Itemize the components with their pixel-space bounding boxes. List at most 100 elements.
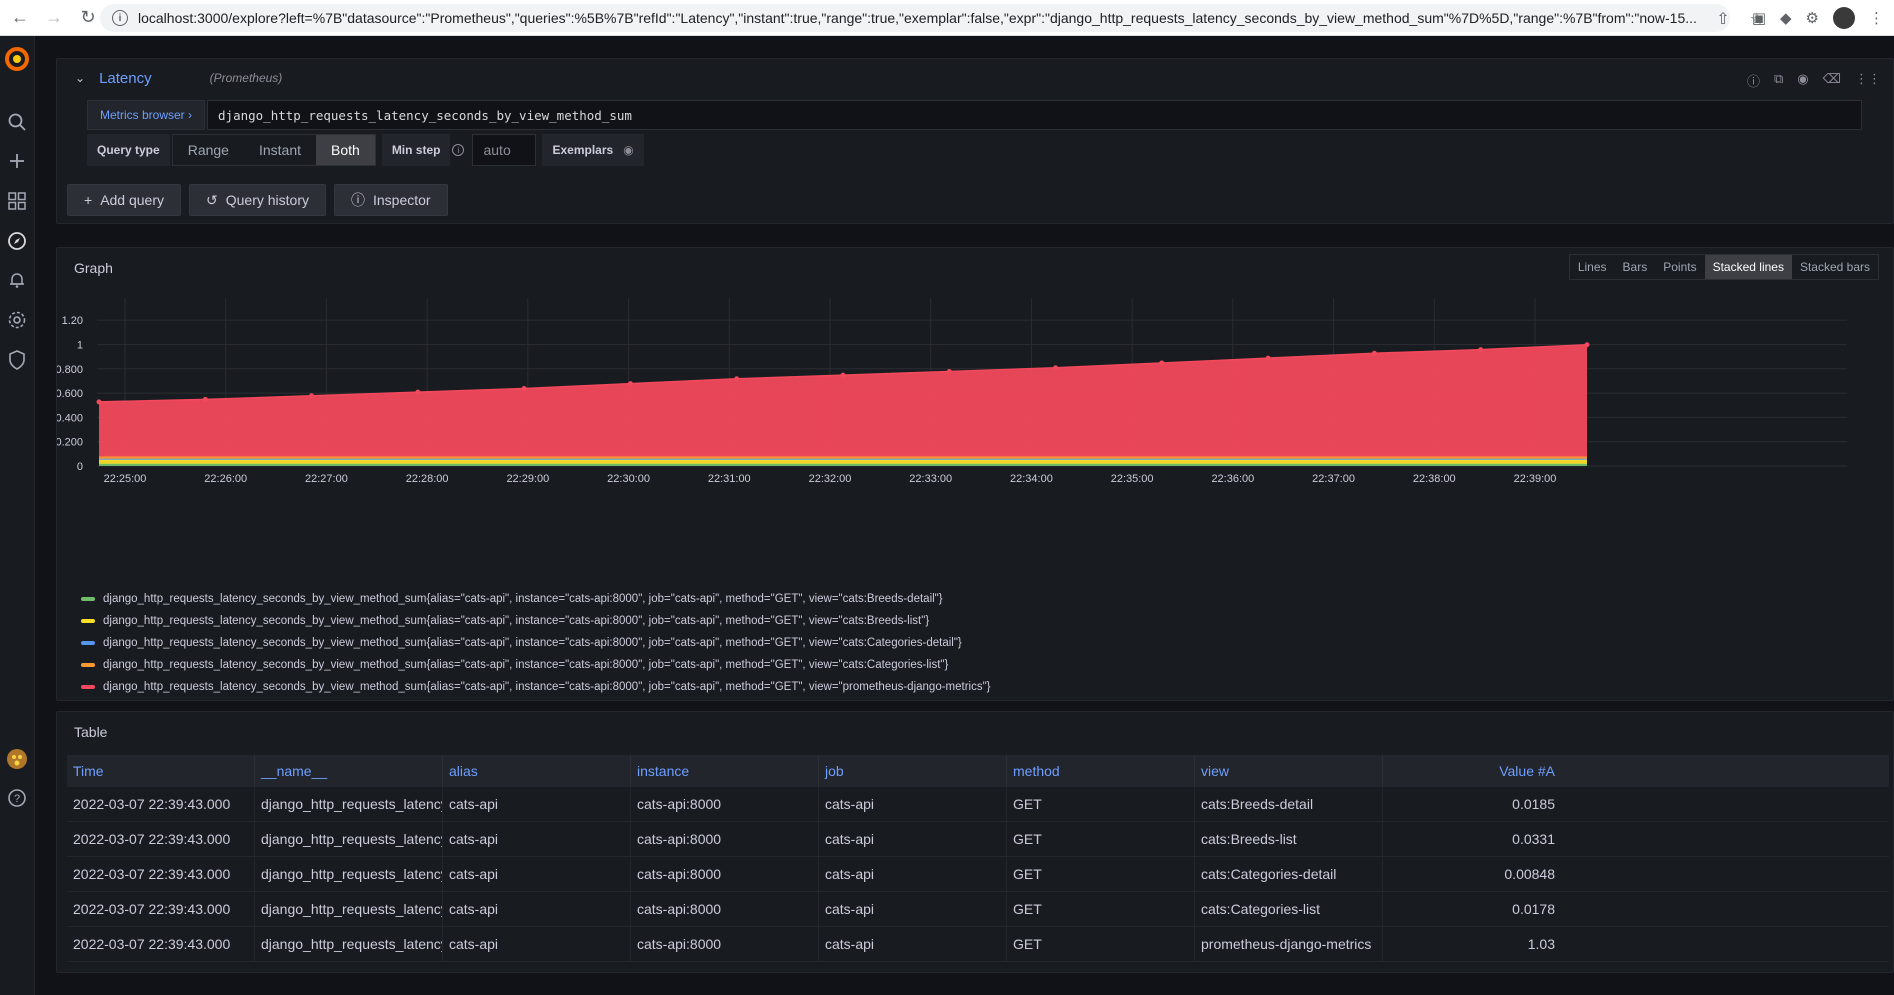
back-arrow-icon[interactable]: ←	[6, 4, 34, 32]
query-ref-id[interactable]: Latency	[99, 70, 152, 87]
query-expression-input[interactable]: django_http_requests_latency_seconds_by_…	[207, 100, 1863, 130]
settings-gear-icon[interactable]	[5, 308, 29, 332]
latency-chart[interactable]: 0 0.200 0.400 0.600 0.800 1 1.20 22:25:00 22:26:…	[57, 288, 1893, 588]
data-point[interactable]	[415, 389, 421, 395]
table-cell: cats:Categories-detail	[1195, 857, 1383, 891]
drag-handle-icon[interactable]: ⋮⋮	[1855, 71, 1881, 90]
vis-option-lines[interactable]: Lines	[1570, 255, 1615, 279]
table-panel: Table Time __name__ alias instance job method…	[56, 711, 1894, 973]
reload-icon[interactable]: ↻	[74, 4, 102, 32]
query-type-both[interactable]: Both	[316, 135, 375, 165]
data-point[interactable]	[521, 385, 527, 391]
dashboards-icon[interactable]	[5, 189, 29, 213]
metrics-browser-button[interactable]: Metrics browser ›	[87, 100, 206, 130]
legend-swatch	[81, 685, 95, 689]
column-header[interactable]: view	[1195, 755, 1383, 787]
table-cell: django_http_requests_latency_s...	[255, 927, 443, 961]
collapse-chevron-icon[interactable]: ⌄	[75, 71, 85, 85]
table-cell: cats-api	[443, 927, 631, 961]
data-point[interactable]	[309, 393, 315, 399]
data-point[interactable]	[1265, 355, 1271, 361]
y-tick-label: 0.400	[57, 412, 83, 424]
data-point[interactable]	[840, 372, 846, 378]
data-point[interactable]	[1371, 350, 1377, 356]
vis-option-points[interactable]: Points	[1655, 255, 1704, 279]
query-type-instant[interactable]: Instant	[244, 135, 316, 165]
table-row: 2022-03-07 22:39:43.000 django_http_reque…	[67, 927, 1889, 962]
column-header[interactable]: job	[819, 755, 1007, 787]
add-query-button[interactable]: + Add query	[67, 184, 182, 216]
data-point[interactable]	[1159, 360, 1165, 366]
eye-icon[interactable]: ◉	[1797, 71, 1808, 90]
column-header[interactable]: instance	[631, 755, 819, 787]
table-title: Table	[74, 724, 108, 740]
data-point[interactable]	[946, 368, 952, 374]
help-icon[interactable]: ⓘ	[1747, 71, 1760, 90]
forward-arrow-icon[interactable]: →	[40, 4, 68, 32]
legend-swatch	[81, 641, 95, 645]
query-editor-row: ⌄ Latency (Prometheus) ⓘ ⧉ ◉ ⌫ ⋮⋮ Metric…	[56, 58, 1894, 224]
browser-menu-icon[interactable]: ⋮	[1869, 9, 1884, 27]
search-icon[interactable]	[5, 110, 29, 134]
data-point[interactable]	[1584, 342, 1590, 348]
table-cell: cats:Breeds-detail	[1195, 787, 1383, 821]
legend-item[interactable]: django_http_requests_latency_seconds_by_…	[81, 654, 991, 676]
help-icon[interactable]: ?	[5, 786, 29, 810]
column-header[interactable]: method	[1007, 755, 1195, 787]
site-info-icon[interactable]: i	[112, 10, 128, 26]
extension-icon[interactable]: ◆	[1780, 9, 1792, 27]
data-point[interactable]	[734, 376, 740, 382]
column-header[interactable]: Value #A	[1383, 755, 1563, 787]
table-cell: django_http_requests_latency_s...	[255, 822, 443, 856]
explore-icon[interactable]	[5, 229, 29, 253]
x-tick-label: 22:35:00	[1111, 473, 1154, 485]
legend-item[interactable]: django_http_requests_latency_seconds_by_…	[81, 632, 991, 654]
share-icon[interactable]: ⇧	[1716, 9, 1729, 29]
table-cell: cats-api	[443, 787, 631, 821]
table-cell: 2022-03-07 22:39:43.000	[67, 857, 255, 891]
eye-icon[interactable]: ◉	[623, 143, 633, 157]
x-tick-label: 22:36:00	[1211, 473, 1254, 485]
legend-item[interactable]: django_http_requests_latency_seconds_by_…	[81, 676, 991, 698]
vis-option-stacked-bars[interactable]: Stacked bars	[1792, 255, 1878, 279]
column-header[interactable]: Time	[67, 755, 255, 787]
legend-label: django_http_requests_latency_seconds_by_…	[103, 593, 943, 605]
legend-item[interactable]: django_http_requests_latency_seconds_by_…	[81, 588, 991, 610]
y-tick-label: 0.800	[57, 364, 83, 376]
y-tick-label: 1	[77, 339, 83, 351]
inspector-button[interactable]: ⓘ Inspector	[334, 184, 448, 216]
vis-option-bars[interactable]: Bars	[1615, 255, 1656, 279]
data-point[interactable]	[1478, 347, 1484, 353]
grafana-logo[interactable]	[4, 46, 30, 72]
alerting-bell-icon[interactable]	[5, 268, 29, 292]
plus-icon[interactable]	[5, 149, 29, 173]
table-cell: cats-api	[819, 927, 1007, 961]
puzzle-extensions-icon[interactable]: ⚙	[1806, 9, 1819, 27]
info-icon: ⓘ	[351, 192, 365, 208]
legend-item[interactable]: django_http_requests_latency_seconds_by_…	[81, 610, 991, 632]
query-type-range[interactable]: Range	[173, 135, 244, 165]
profile-avatar[interactable]	[1833, 7, 1855, 29]
column-header[interactable]: __name__	[255, 755, 443, 787]
column-header[interactable]: alias	[443, 755, 631, 787]
table-cell: cats-api:8000	[631, 857, 819, 891]
vis-option-stacked-lines[interactable]: Stacked lines	[1704, 255, 1792, 279]
trash-icon[interactable]: ⌫	[1823, 71, 1841, 90]
graph-panel: Graph Lines Bars Points Stacked lines St…	[56, 247, 1894, 701]
series-area-4[interactable]	[99, 344, 1587, 457]
data-point[interactable]	[627, 381, 633, 387]
extension-icon[interactable]: ▣	[1752, 9, 1766, 27]
query-history-button[interactable]: ↺ Query history	[189, 184, 326, 216]
info-icon[interactable]: i	[452, 144, 465, 156]
data-point[interactable]	[202, 396, 208, 402]
data-point[interactable]	[96, 399, 102, 405]
duplicate-icon[interactable]: ⧉	[1774, 71, 1783, 90]
data-point[interactable]	[1053, 365, 1059, 371]
address-bar[interactable]: i localhost:3000/explore?left=%7B"dataso…	[100, 4, 1730, 32]
shield-icon[interactable]	[5, 348, 29, 372]
graph-style-switch: Lines Bars Points Stacked lines Stacked …	[1568, 254, 1879, 280]
legend-swatch	[81, 663, 95, 667]
min-step-input[interactable]: auto	[472, 134, 537, 166]
x-tick-label: 22:30:00	[607, 473, 650, 485]
avatar[interactable]	[5, 747, 29, 771]
